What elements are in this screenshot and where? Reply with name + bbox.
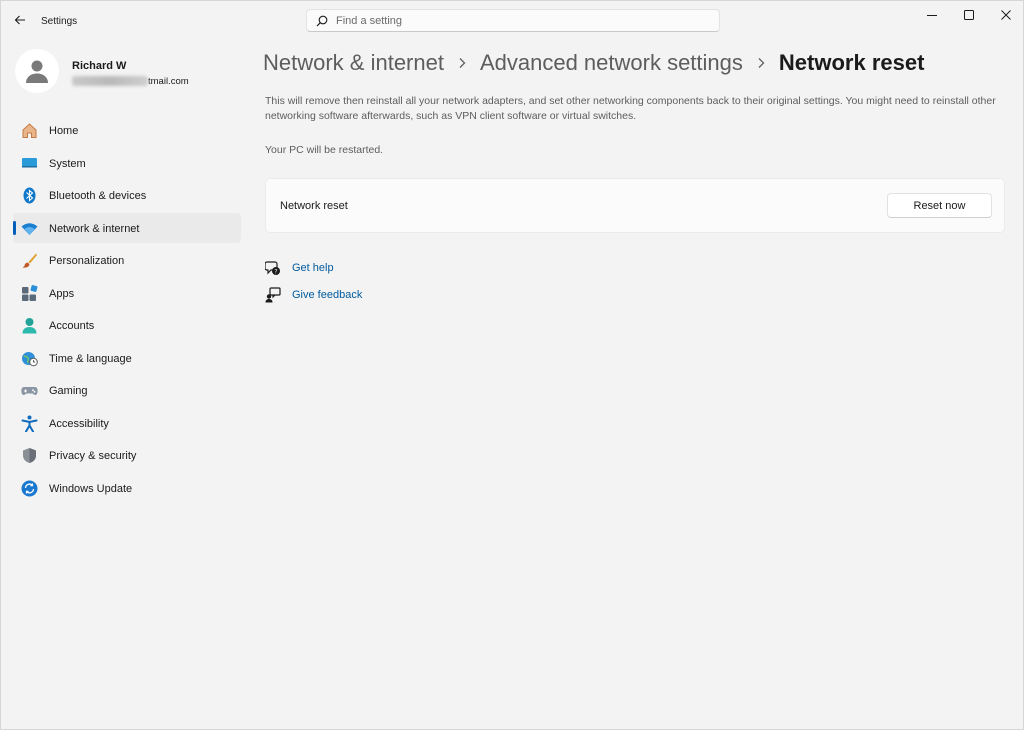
brush-icon <box>21 252 38 269</box>
network-reset-label: Network reset <box>280 200 348 212</box>
sidebar-item-home[interactable]: Home <box>13 115 241 145</box>
sidebar-item-gaming[interactable]: Gaming <box>13 375 241 405</box>
sidebar-item-accounts[interactable]: Accounts <box>13 310 241 340</box>
sidebar-item-label: Windows Update <box>49 482 133 495</box>
close-icon <box>1001 10 1011 20</box>
give-feedback-text: Give feedback <box>292 289 363 301</box>
sidebar-item-apps[interactable]: Apps <box>13 278 241 308</box>
accounts-icon <box>21 317 38 334</box>
apps-icon <box>21 284 38 302</box>
sidebar-item-label: Privacy & security <box>49 450 137 462</box>
breadcrumb-network-internet[interactable]: Network & internet <box>263 50 444 76</box>
search-input[interactable] <box>336 14 696 27</box>
user-email: tmail.com <box>72 75 189 87</box>
breadcrumb: Network & internet Advanced network sett… <box>263 47 924 79</box>
email-redaction <box>72 76 148 86</box>
get-help-link[interactable]: ? Get help <box>265 260 334 276</box>
network-reset-card: Network reset Reset now <box>265 178 1005 233</box>
minimize-icon <box>927 15 937 16</box>
sidebar-item-system[interactable]: System <box>13 148 241 178</box>
bluetooth-icon <box>21 187 38 204</box>
maximize-button[interactable] <box>950 1 988 29</box>
breadcrumb-advanced-network-settings[interactable]: Advanced network settings <box>480 50 743 76</box>
sidebar-item-label: Bluetooth & devices <box>49 190 147 202</box>
sidebar-item-label: Accessibility <box>49 417 109 430</box>
sidebar-item-label: Apps <box>49 287 75 300</box>
sidebar-item-label: Network & internet <box>49 222 140 235</box>
back-button[interactable] <box>9 9 31 31</box>
restart-note: Your PC will be restarted. <box>265 144 384 156</box>
sidebar-item-label: System <box>49 157 86 170</box>
help-chat-icon: ? <box>265 260 281 276</box>
system-icon <box>21 155 38 172</box>
sidebar-item-label: Personalization <box>49 255 125 267</box>
settings-window: Settings Find a setting Richard W tmail.… <box>0 0 1024 730</box>
maximize-icon <box>964 10 974 20</box>
close-button[interactable] <box>987 1 1024 29</box>
reset-now-button[interactable]: Reset now <box>887 193 992 218</box>
sidebar-item-time-language[interactable]: Time & language <box>13 343 241 373</box>
user-name: Richard W <box>72 60 127 72</box>
sidebar-item-privacy-security[interactable]: Privacy & security <box>13 440 241 470</box>
sidebar-item-label: Gaming <box>49 385 88 397</box>
sidebar-item-network[interactable]: Network & internet <box>13 212 241 243</box>
user-email-suffix: tmail.com <box>148 75 189 87</box>
wifi-icon <box>21 220 38 237</box>
get-help-text: Get help <box>292 262 334 274</box>
sidebar-item-windows-update[interactable]: Windows Update <box>13 473 241 503</box>
accessibility-icon <box>21 415 38 432</box>
user-profile[interactable]: Richard W tmail.com <box>15 49 235 93</box>
gamepad-icon <box>21 382 38 399</box>
shield-icon <box>21 447 38 464</box>
back-arrow-icon <box>14 15 25 25</box>
home-icon <box>21 122 38 139</box>
sidebar-item-bluetooth[interactable]: Bluetooth & devices <box>13 180 241 210</box>
sidebar-item-label: Home <box>49 125 79 137</box>
app-title: Settings <box>41 16 78 27</box>
sidebar-item-label: Accounts <box>49 320 95 332</box>
sidebar-item-accessibility[interactable]: Accessibility <box>13 408 241 438</box>
search-icon <box>316 15 328 26</box>
reset-description: This will remove then reinstall all your… <box>265 95 996 122</box>
search-box[interactable] <box>306 9 720 32</box>
page-title: Network reset <box>778 50 925 75</box>
sidebar-item-personalization[interactable]: Personalization <box>13 245 241 275</box>
chevron-right-icon <box>757 57 765 69</box>
chevron-right-icon <box>458 57 466 69</box>
minimize-button[interactable] <box>913 1 951 29</box>
selection-indicator <box>13 220 16 235</box>
sidebar-nav: Home System Bluetooth & devices Network … <box>13 115 241 505</box>
feedback-icon <box>265 287 281 303</box>
give-feedback-link[interactable]: Give feedback <box>265 287 362 303</box>
svg-text:?: ? <box>274 269 277 276</box>
update-icon <box>21 480 38 497</box>
sidebar-item-label: Time & language <box>49 352 132 365</box>
title-bar: Settings <box>1 1 1023 41</box>
avatar <box>15 49 59 93</box>
globe-clock-icon <box>21 350 38 367</box>
person-icon <box>26 60 48 83</box>
